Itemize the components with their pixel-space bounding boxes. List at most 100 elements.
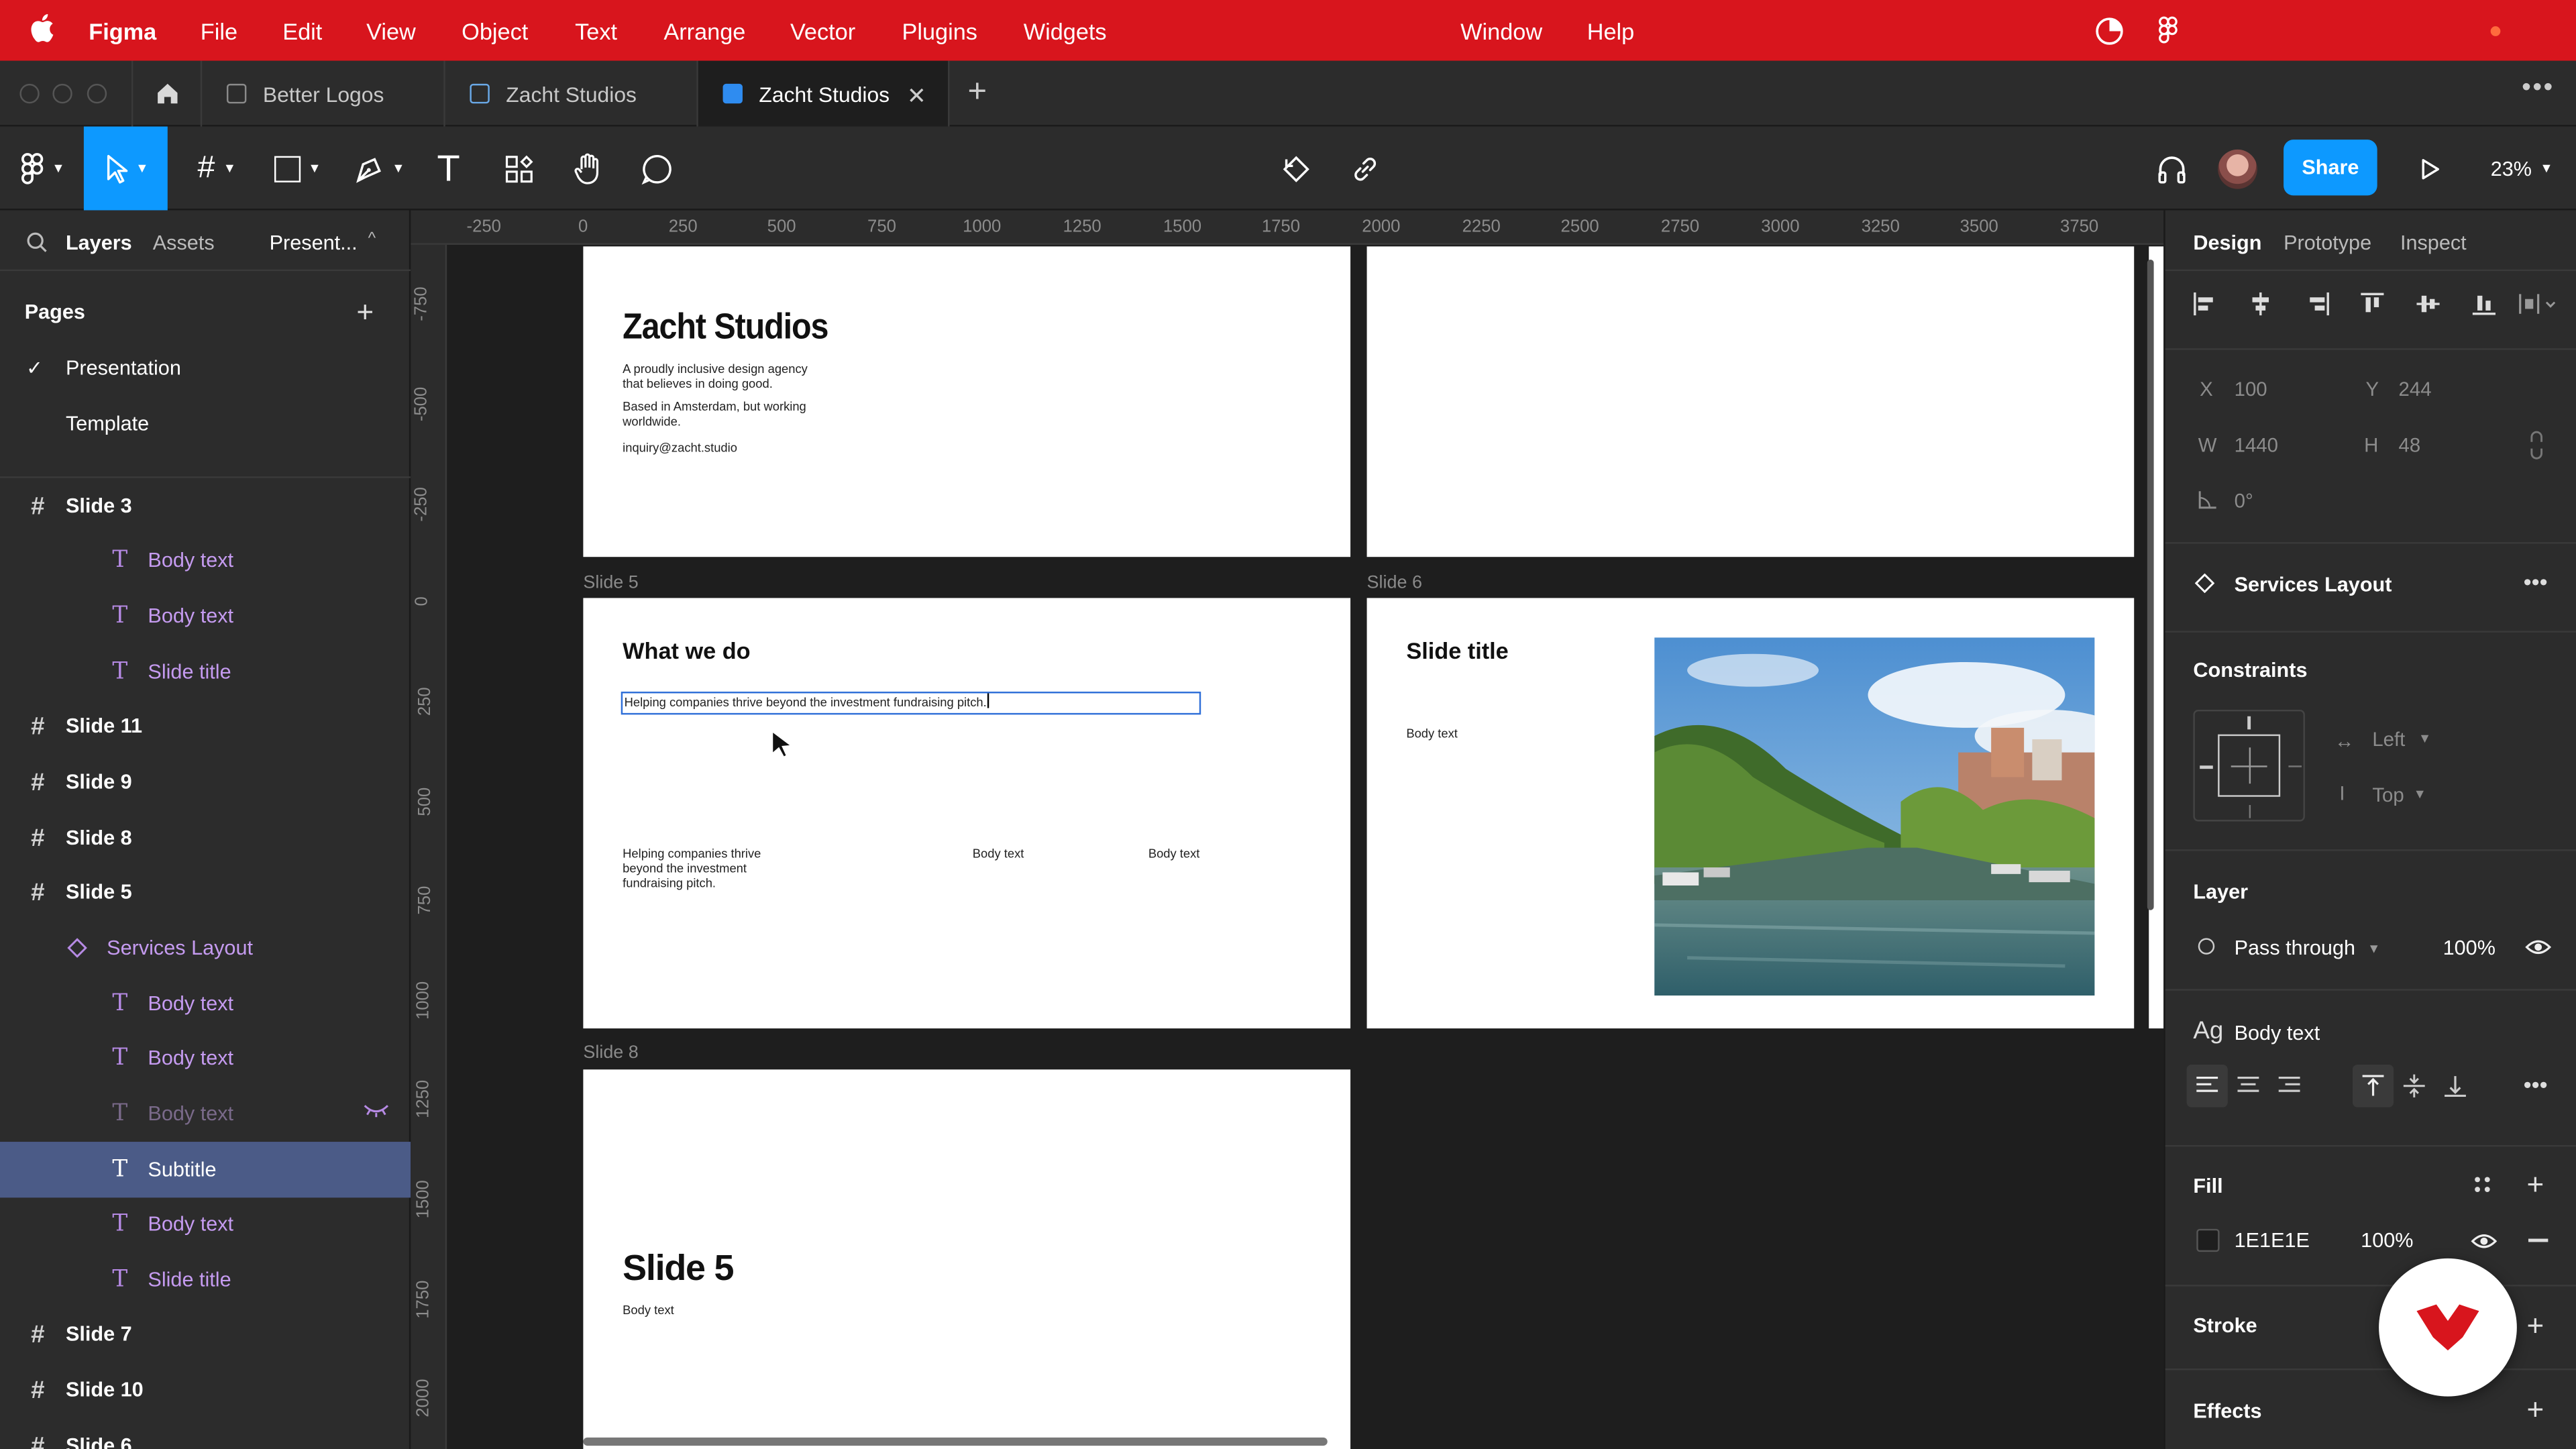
fill-visibility-eye-icon[interactable] — [2471, 1232, 2498, 1250]
styles-grid-icon[interactable] — [2473, 1175, 2492, 1194]
layer-subtitle-selected[interactable]: T Subtitle — [0, 1142, 411, 1198]
align-top-icon[interactable] — [2361, 292, 2384, 315]
colorsync-icon[interactable] — [2094, 16, 2124, 46]
w-input[interactable]: 1440 — [2235, 434, 2278, 457]
blend-mode-select[interactable]: Pass through — [2235, 936, 2355, 959]
slide-title[interactable]: Slide title — [1406, 637, 1508, 663]
canvas[interactable]: -250 0 250 500 750 1000 1250 1500 1750 2… — [411, 210, 2164, 1449]
constraints-widget[interactable] — [2193, 709, 2305, 822]
menu-object[interactable]: Object — [462, 17, 528, 44]
x-input[interactable]: 100 — [2235, 378, 2267, 400]
user-avatar[interactable] — [2214, 127, 2261, 211]
apple-icon[interactable] — [30, 13, 54, 43]
slide-title[interactable]: Slide 5 — [623, 1247, 734, 1290]
menu-arrange[interactable]: Arrange — [663, 17, 745, 44]
layer-slide-title[interactable]: T Slide title — [0, 1252, 411, 1307]
add-fill-button[interactable]: + — [2527, 1170, 2544, 1199]
menu-window[interactable]: Window — [1460, 17, 1542, 44]
menu-widgets[interactable]: Widgets — [1024, 17, 1107, 44]
email-text[interactable]: inquiry@zacht.studio — [623, 440, 737, 455]
canvas-scrollbar-vertical[interactable] — [2147, 259, 2154, 910]
layer-slide-10[interactable]: # Slide 10 — [0, 1362, 411, 1417]
tab-zacht-studios-active[interactable]: Zacht Studios ✕ — [698, 60, 950, 127]
add-stroke-button[interactable]: + — [2527, 1311, 2544, 1340]
component-tool-button[interactable] — [1272, 127, 1321, 211]
page-switcher[interactable]: Present... — [270, 231, 358, 254]
canal-photo[interactable] — [1654, 637, 2095, 996]
slide-frame-blank[interactable] — [1366, 246, 2135, 557]
layer-body-text[interactable]: T Body text — [0, 532, 411, 588]
canvas-scrollbar-horizontal[interactable] — [583, 1437, 1328, 1446]
text-tool-button[interactable]: T — [424, 127, 473, 211]
resources-tool-button[interactable] — [494, 127, 543, 211]
menu-plugins[interactable]: Plugins — [902, 17, 977, 44]
layer-body-text[interactable]: T Body text — [0, 976, 411, 1032]
home-tab[interactable] — [131, 60, 203, 127]
align-horizontal-center-icon[interactable] — [2249, 292, 2272, 316]
body-text[interactable]: A proudly inclusive design agency that b… — [623, 362, 808, 391]
audio-button[interactable] — [2147, 127, 2196, 211]
layer-services-layout[interactable]: Services Layout — [0, 920, 411, 975]
page-item-presentation[interactable]: ✓ Presentation — [0, 340, 411, 396]
layer-slide-8[interactable]: # Slide 8 — [0, 810, 411, 865]
tab-prototype[interactable]: Prototype — [2284, 231, 2371, 254]
new-tab-button[interactable]: + — [967, 74, 987, 111]
text-align-bottom-icon[interactable] — [2434, 1065, 2475, 1108]
layer-slide-11[interactable]: # Slide 11 — [0, 698, 411, 754]
text-align-center-icon[interactable] — [2228, 1065, 2269, 1108]
chevron-up-icon[interactable]: ^ — [368, 230, 376, 248]
fill-opacity-input[interactable]: 100% — [2361, 1229, 2413, 1252]
remove-fill-icon[interactable] — [2528, 1238, 2548, 1242]
figma-tray-icon[interactable] — [2159, 16, 2178, 44]
vertical-constraint-select[interactable]: Top — [2372, 784, 2404, 806]
layer-opacity-input[interactable]: 100% — [2443, 936, 2496, 959]
frame-label[interactable]: Slide 8 — [583, 1043, 638, 1063]
layer-slide-3[interactable]: # Slide 3 — [0, 478, 411, 534]
slide-frame-intro[interactable]: Zacht Studios A proudly inclusive design… — [583, 246, 1351, 557]
align-bottom-icon[interactable] — [2472, 292, 2496, 315]
move-tool-button[interactable]: ▼ — [83, 126, 168, 211]
slide-title[interactable]: Zacht Studios — [623, 306, 828, 349]
layer-body-text[interactable]: T Body text — [0, 1196, 411, 1252]
y-input[interactable]: 244 — [2399, 378, 2432, 400]
layer-body-text[interactable]: T Body text — [0, 588, 411, 644]
layer-slide-title[interactable]: T Slide title — [0, 644, 411, 700]
component-options-icon[interactable]: ••• — [2524, 568, 2548, 594]
h-input[interactable]: 48 — [2399, 434, 2421, 457]
close-tab-icon[interactable]: ✕ — [907, 82, 926, 110]
window-close-dot[interactable] — [19, 83, 40, 104]
body-text[interactable]: Based in Amsterdam, but working worldwid… — [623, 399, 806, 429]
frame-tool-button[interactable]: # ▼ — [180, 127, 253, 211]
slide-frame-6[interactable]: Slide title Body text — [1366, 598, 2135, 1029]
align-right-icon[interactable] — [2306, 292, 2329, 316]
comment-tool-button[interactable] — [633, 127, 682, 211]
zoom-dropdown[interactable]: 23% ▼ — [2481, 127, 2563, 211]
hand-tool-button[interactable] — [564, 127, 612, 211]
layer-slide-5[interactable]: # Slide 5 — [0, 864, 411, 920]
tab-zacht-studios[interactable]: Zacht Studios — [445, 60, 698, 127]
constrain-proportions-icon[interactable] — [2528, 431, 2544, 460]
hidden-eye-icon[interactable] — [363, 1102, 389, 1118]
tab-layers[interactable]: Layers — [66, 231, 132, 254]
menu-view[interactable]: View — [366, 17, 416, 44]
text-align-left-icon[interactable] — [2186, 1064, 2228, 1108]
menu-app-name[interactable]: Figma — [89, 17, 156, 44]
tab-assets[interactable]: Assets — [153, 231, 215, 254]
align-vertical-center-icon[interactable] — [2416, 292, 2440, 315]
subtitle-text-selected[interactable]: Helping companies thrive beyond the inve… — [621, 692, 1201, 715]
align-left-icon[interactable] — [2193, 292, 2216, 316]
distribute-icon[interactable] — [2518, 292, 2558, 315]
horizontal-constraint-select[interactable]: Left — [2372, 728, 2405, 751]
frame-label[interactable]: Slide 6 — [1367, 574, 1422, 593]
menu-edit[interactable]: Edit — [282, 17, 322, 44]
layer-body-text[interactable]: T Body text — [0, 1030, 411, 1086]
tab-better-logos[interactable]: Better Logos — [202, 60, 445, 127]
body-text[interactable]: Helping companies thrive beyond the inve… — [623, 846, 761, 890]
pen-tool-button[interactable]: ▼ — [345, 127, 414, 211]
layer-slide-6[interactable]: # Slide 6 — [0, 1417, 411, 1449]
text-align-middle-icon[interactable] — [2394, 1065, 2434, 1108]
add-effect-button[interactable]: + — [2527, 1395, 2544, 1424]
page-item-template[interactable]: Template — [0, 396, 411, 451]
layer-body-text-hidden[interactable]: T Body text — [0, 1086, 411, 1142]
component-name[interactable]: Services Layout — [2235, 574, 2392, 596]
